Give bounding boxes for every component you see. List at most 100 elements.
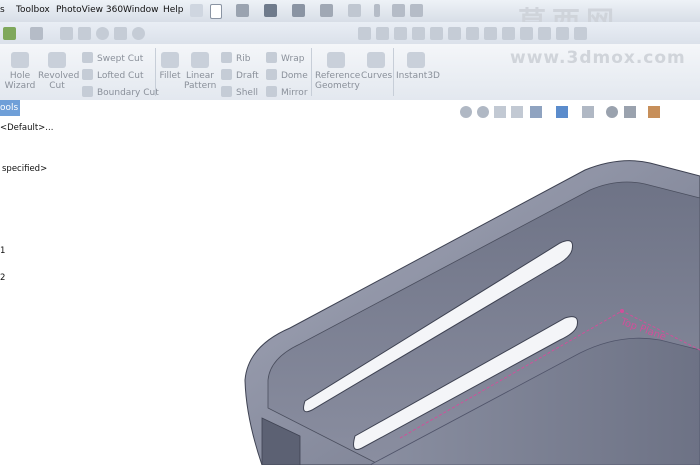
zoom-to-fit-icon[interactable] xyxy=(460,106,472,118)
view-6-icon[interactable] xyxy=(448,27,461,40)
revolved-cut-icon xyxy=(48,52,66,68)
save-icon[interactable] xyxy=(264,4,277,17)
print-icon[interactable] xyxy=(292,4,305,17)
options-icon[interactable] xyxy=(410,4,423,17)
swept-cut-button[interactable]: Swept Cut xyxy=(82,52,143,64)
instant3d-label: Instant3D xyxy=(396,71,440,81)
fillet-label: Fillet xyxy=(159,71,181,81)
sketch-tool-icon[interactable] xyxy=(30,27,43,40)
rebuild-icon[interactable] xyxy=(374,4,380,17)
hole-wizard-button[interactable]: Hole Wizard xyxy=(4,52,36,91)
draft-label: Draft xyxy=(236,71,259,81)
view-11-icon[interactable] xyxy=(538,27,551,40)
graphics-viewport[interactable]: Top Plane xyxy=(0,118,700,465)
draft-icon xyxy=(221,69,232,80)
sketch-check-icon[interactable] xyxy=(3,27,16,40)
revolved-cut-label: Revolved Cut xyxy=(38,71,80,91)
new-document-icon[interactable] xyxy=(210,4,222,19)
view-5-icon[interactable] xyxy=(430,27,443,40)
fillet-icon xyxy=(161,52,179,68)
pin-icon[interactable] xyxy=(190,4,203,17)
reference-geometry-button[interactable]: Reference Geometry xyxy=(315,52,361,91)
scene-icon[interactable] xyxy=(624,106,636,118)
select-arrow-icon[interactable] xyxy=(348,4,361,17)
instant3d-button[interactable]: Instant3D xyxy=(396,52,440,81)
circle-icon[interactable] xyxy=(96,27,109,40)
display-style-icon[interactable] xyxy=(556,106,568,118)
view-12-icon[interactable] xyxy=(556,27,569,40)
view-7-icon[interactable] xyxy=(466,27,479,40)
menu-tools[interactable]: s xyxy=(0,5,5,15)
rib-label: Rib xyxy=(236,54,251,64)
revolved-cut-button[interactable]: Revolved Cut xyxy=(38,52,80,91)
mirror-label: Mirror xyxy=(281,88,308,98)
lofted-cut-label: Lofted Cut xyxy=(97,71,144,81)
previous-view-icon[interactable] xyxy=(494,106,506,118)
view-8-icon[interactable] xyxy=(484,27,497,40)
wrap-button[interactable]: Wrap xyxy=(266,52,304,64)
mirror-button[interactable]: Mirror xyxy=(266,86,308,98)
lofted-cut-button[interactable]: Lofted Cut xyxy=(82,69,144,81)
view-2-icon[interactable] xyxy=(376,27,389,40)
file-properties-icon[interactable] xyxy=(392,4,405,17)
view-1-icon[interactable] xyxy=(358,27,371,40)
linear-pattern-label: Linear Pattern xyxy=(184,71,217,91)
mirror-icon xyxy=(266,86,277,97)
view-13-icon[interactable] xyxy=(574,27,587,40)
dome-label: Dome xyxy=(281,71,308,81)
hide-show-icon[interactable] xyxy=(582,106,594,118)
top-plane-origin xyxy=(620,309,624,313)
undo-icon[interactable] xyxy=(320,4,333,17)
instant3d-icon xyxy=(407,52,425,68)
shell-button[interactable]: Shell xyxy=(221,86,258,98)
view-orientation-icon[interactable] xyxy=(530,106,542,118)
linear-pattern-icon xyxy=(191,52,209,68)
hole-wizard-label: Hole Wizard xyxy=(4,71,36,91)
lofted-cut-icon xyxy=(82,69,93,80)
tab-tools[interactable]: ools xyxy=(0,100,20,116)
move-icon[interactable] xyxy=(60,27,73,40)
curves-label: Curves xyxy=(361,71,393,81)
view-10-icon[interactable] xyxy=(520,27,533,40)
linear-pattern-button[interactable]: Linear Pattern xyxy=(184,52,216,91)
view-4-icon[interactable] xyxy=(412,27,425,40)
reference-geometry-label: Reference Geometry xyxy=(315,71,361,91)
swept-cut-label: Swept Cut xyxy=(97,54,144,64)
view-toolbar xyxy=(0,22,700,45)
rib-button[interactable]: Rib xyxy=(221,52,250,64)
boundary-cut-label: Boundary Cut xyxy=(97,88,159,98)
zoom-area-icon[interactable] xyxy=(477,106,489,118)
view-3-icon[interactable] xyxy=(394,27,407,40)
dome-icon xyxy=(266,69,277,80)
menu-toolbox[interactable]: Toolbox xyxy=(16,5,50,15)
rib-icon xyxy=(221,52,232,63)
ribbon-separator xyxy=(155,48,156,96)
menu-photoview[interactable]: PhotoView 360 xyxy=(56,5,123,15)
reference-geometry-icon xyxy=(327,52,345,68)
menu-window[interactable]: Window xyxy=(123,5,159,15)
section-view-icon[interactable] xyxy=(511,106,523,118)
shell-icon xyxy=(221,86,232,97)
ribbon-separator xyxy=(393,48,394,96)
copy-icon[interactable] xyxy=(114,27,127,40)
wrap-label: Wrap xyxy=(281,54,305,64)
appearance-icon[interactable] xyxy=(606,106,618,118)
view-9-icon[interactable] xyxy=(502,27,515,40)
view-settings-icon[interactable] xyxy=(648,106,660,118)
wrap-icon xyxy=(266,52,277,63)
open-folder-icon[interactable] xyxy=(236,4,249,17)
swept-cut-icon xyxy=(82,52,93,63)
curves-button[interactable]: Curves xyxy=(361,52,393,81)
draft-button[interactable]: Draft xyxy=(221,69,259,81)
fillet-button[interactable]: Fillet xyxy=(158,52,182,81)
watermark-url: www.3dmox.com xyxy=(510,48,686,68)
boundary-cut-icon xyxy=(82,86,93,97)
dome-button[interactable]: Dome xyxy=(266,69,308,81)
boundary-cut-button[interactable]: Boundary Cut xyxy=(82,86,159,98)
shell-label: Shell xyxy=(236,88,258,98)
rotate-icon[interactable] xyxy=(78,27,91,40)
ribbon-separator xyxy=(311,48,312,96)
command-manager-tabs: ools xyxy=(0,100,700,118)
menu-help[interactable]: Help xyxy=(163,5,184,15)
refresh-icon[interactable] xyxy=(132,27,145,40)
